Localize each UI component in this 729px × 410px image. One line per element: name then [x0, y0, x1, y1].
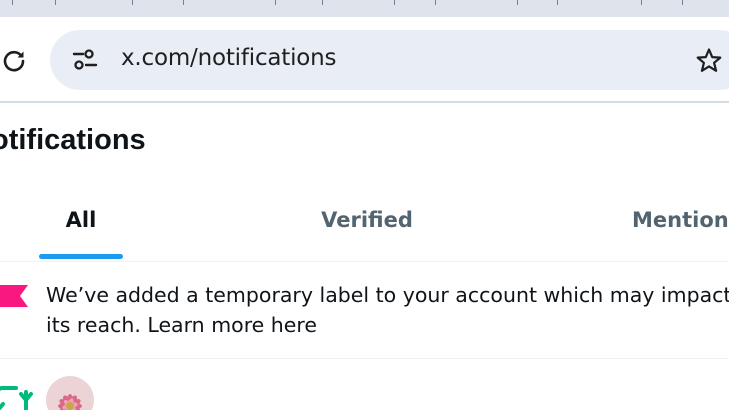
address-bar[interactable]: x.com/notifications — [50, 30, 729, 90]
reload-button[interactable] — [0, 47, 28, 75]
tab-divider — [12, 0, 13, 5]
page-title: otifications — [0, 124, 146, 156]
tune-icon — [72, 49, 98, 70]
tab-label: All — [65, 207, 97, 232]
tab-divider — [55, 0, 56, 5]
tab-divider — [682, 0, 683, 5]
notification-tabs: All Verified Mentions — [0, 186, 729, 262]
tab-all[interactable]: All — [38, 186, 124, 261]
tab-mentions[interactable]: Mentions — [632, 186, 729, 261]
account-label-notice[interactable]: We’ve added a temporary label to your ac… — [0, 263, 729, 359]
tab-divider — [322, 0, 323, 5]
browser-window: x.com/notifications otifications All Ver… — [0, 0, 729, 410]
flower-avatar-image — [46, 376, 94, 410]
tab-label: Verified — [321, 207, 413, 232]
tab-divider — [132, 0, 133, 5]
tab-divider — [517, 0, 518, 5]
tab-divider — [435, 0, 436, 5]
tab-divider — [275, 0, 276, 5]
tab-strip — [0, 0, 729, 17]
retweet-icon — [0, 386, 33, 410]
tab-divider — [183, 0, 184, 5]
tab-divider — [394, 0, 395, 5]
notice-text: We’ve added a temporary label to your ac… — [46, 283, 729, 337]
tab-label: Mentions — [632, 207, 729, 232]
flag-icon — [0, 285, 28, 307]
avatar[interactable] — [46, 376, 94, 410]
site-info-button[interactable] — [72, 49, 98, 71]
star-icon — [696, 48, 722, 72]
notification-item[interactable] — [0, 360, 729, 410]
browser-toolbar: x.com/notifications — [0, 17, 729, 103]
tab-divider — [557, 0, 558, 5]
reload-icon — [3, 50, 25, 72]
url-text[interactable]: x.com/notifications — [121, 45, 337, 71]
tab-divider — [641, 0, 642, 5]
tab-verified[interactable]: Verified — [310, 186, 424, 261]
bookmark-button[interactable] — [695, 47, 723, 75]
active-tab-indicator — [39, 254, 123, 259]
